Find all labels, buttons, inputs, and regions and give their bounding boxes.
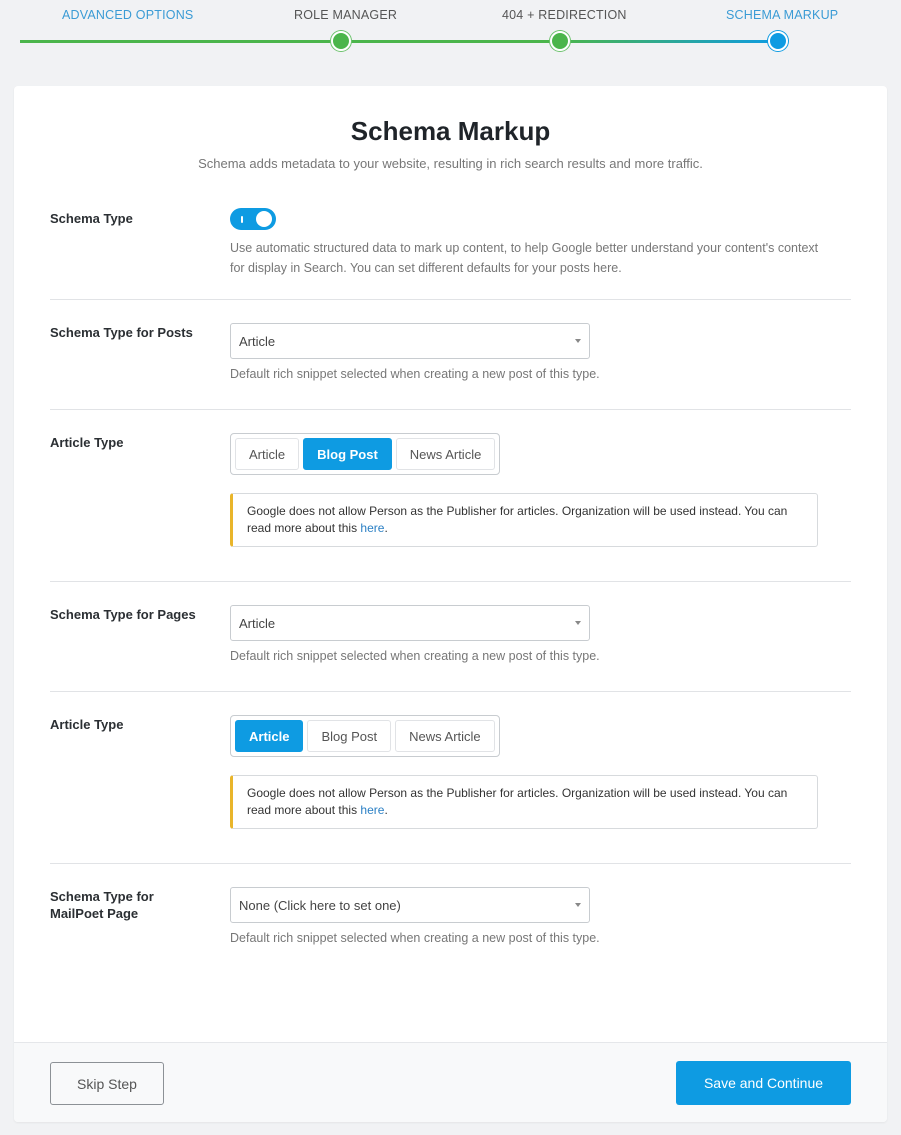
posts-schema-select[interactable]: Article [230,323,590,359]
mailpoet-schema-value: None (Click here to set one) [239,898,401,913]
schema-type-toggle[interactable] [230,208,276,230]
step-advanced-options[interactable]: ADVANCED OPTIONS [62,8,193,22]
posts-article-type-label: Article Type [50,435,124,450]
pages-option-article[interactable]: Article [235,720,304,752]
posts-schema-value: Article [239,334,276,349]
posts-option-article[interactable]: Article [235,438,300,470]
notice-text: Google does not allow Person as the Publ… [247,504,788,535]
posts-schema-row: Schema Type for Posts Article Default ri… [50,300,851,410]
mailpoet-schema-select[interactable]: None (Click here to set one) [230,887,590,923]
posts-publisher-notice: Google does not allow Person as the Publ… [230,493,818,547]
wizard-footer: Skip Step Save and Continue [14,1042,887,1122]
step-dot-role-manager [331,31,351,51]
posts-schema-help: Default rich snippet selected when creat… [230,367,600,381]
notice-text: Google does not allow Person as the Publ… [247,786,788,817]
progress-track-complete [20,40,560,43]
pages-article-type-group: Article Blog Post News Article [230,715,500,757]
posts-option-blog-post[interactable]: Blog Post [303,438,392,470]
settings-card: Schema Markup Schema adds metadata to yo… [14,86,887,1122]
progress-track-current [560,40,778,43]
chevron-down-icon [575,339,581,343]
chevron-down-icon [575,903,581,907]
toggle-knob [256,211,272,227]
page-title: Schema Markup [350,116,551,146]
pages-schema-label: Schema Type for Pages [50,607,196,622]
wizard-progress: ADVANCED OPTIONS ROLE MANAGER 404 + REDI… [0,0,901,86]
step-role-manager[interactable]: ROLE MANAGER [294,8,397,22]
notice-here-link[interactable]: here [360,803,384,817]
mailpoet-schema-row: Schema Type for MailPoet Page None (Clic… [50,864,851,974]
posts-schema-label: Schema Type for Posts [50,325,193,340]
skip-step-button[interactable]: Skip Step [50,1062,164,1105]
step-404-redirection[interactable]: 404 + REDIRECTION [502,8,627,22]
pages-option-blog-post[interactable]: Blog Post [307,720,392,752]
schema-type-row: Schema Type Use automatic structured dat… [50,206,851,300]
pages-article-type-label: Article Type [50,717,124,732]
save-and-continue-button[interactable]: Save and Continue [676,1061,851,1105]
mailpoet-schema-help: Default rich snippet selected when creat… [230,931,600,945]
step-dot-404-redirection [550,31,570,51]
pages-schema-value: Article [239,616,276,631]
pages-schema-row: Schema Type for Pages Article Default ri… [50,582,851,692]
page-subtitle: Schema adds metadata to your website, re… [198,156,703,171]
pages-publisher-notice: Google does not allow Person as the Publ… [230,775,818,829]
notice-end: . [384,803,388,817]
chevron-down-icon [575,621,581,625]
mailpoet-schema-label: Schema Type for MailPoet Page [50,889,154,921]
toggle-on-indicator-icon [241,216,243,223]
step-schema-markup[interactable]: SCHEMA MARKUP [726,8,838,22]
posts-article-type-row: Article Type Article Blog Post News Arti… [50,410,851,582]
notice-here-link[interactable]: here [360,521,384,535]
pages-schema-help: Default rich snippet selected when creat… [230,649,600,663]
posts-article-type-group: Article Blog Post News Article [230,433,501,475]
pages-schema-select[interactable]: Article [230,605,590,641]
pages-article-type-row: Article Type Article Blog Post News Arti… [50,692,851,864]
schema-type-help: Use automatic structured data to mark up… [230,241,819,275]
step-dot-schema-markup [768,31,788,51]
pages-option-news-article[interactable]: News Article [395,720,495,752]
posts-option-news-article[interactable]: News Article [395,438,496,470]
schema-type-label: Schema Type [50,211,133,226]
notice-end: . [384,521,388,535]
